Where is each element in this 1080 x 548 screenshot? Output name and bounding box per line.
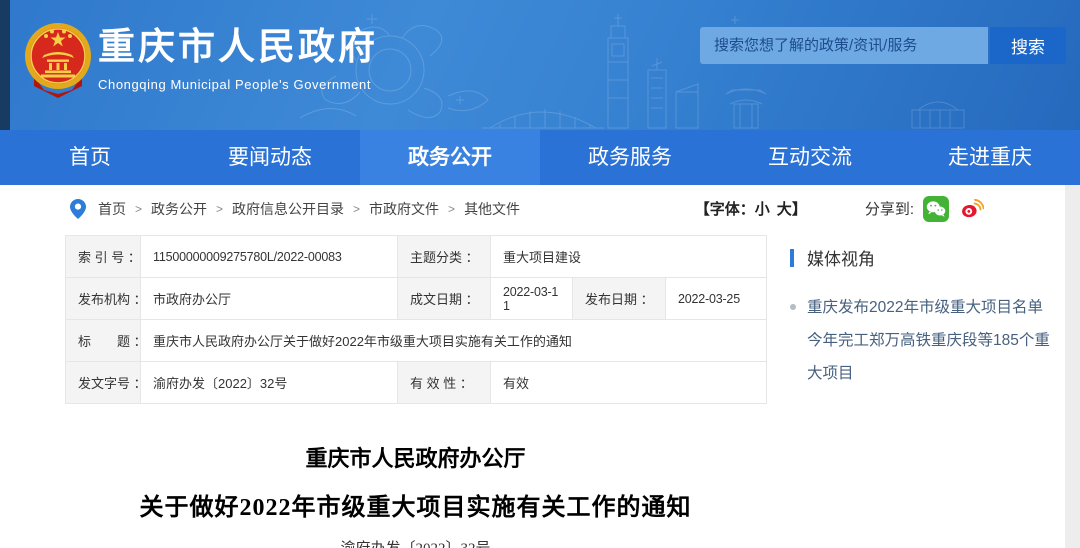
- doc-number-value: 渝府办发〔2022〕32号: [141, 362, 398, 404]
- document-number: 渝府办发〔2022〕32号: [65, 537, 766, 548]
- national-emblem-icon: [22, 22, 94, 106]
- wechat-icon[interactable]: [923, 196, 949, 222]
- document-title-line1: 重庆市人民政府办公厅: [65, 441, 766, 473]
- publish-date-label: 发布日期 ：: [573, 278, 666, 320]
- table-row: 索 引 号 ： 11500000009275780L/2022-00083 主题…: [66, 236, 767, 278]
- toolbar-row: 首页 > 政务公开 > 政府信息公开目录 > 市政府文件 > 其他文件 【字体：…: [0, 185, 1080, 232]
- nav-tab-gov-affairs-open[interactable]: 政务公开: [360, 130, 540, 185]
- doc-title-label: 标 题 ：: [66, 320, 141, 362]
- breadcrumb-item-home[interactable]: 首页: [98, 199, 126, 219]
- publish-date-value: 2022-03-25: [666, 278, 767, 320]
- list-item: 重庆发布2022年市级重大项目名单 今年完工郑万高铁重庆段等185个重大项目: [790, 291, 1058, 390]
- table-row: 标 题 ： 重庆市人民政府办公厅关于做好2022年市级重大项目实施有关工作的通知: [66, 320, 767, 362]
- breadcrumb-item-other-docs[interactable]: 其他文件: [464, 199, 520, 219]
- nav-tab-about-chongqing[interactable]: 走进重庆: [900, 130, 1080, 185]
- topic-category-label: 主题分类 ：: [398, 236, 491, 278]
- bullet-icon: [790, 304, 796, 310]
- breadcrumb-separator: >: [135, 202, 142, 216]
- sidebar-accent-bar: [790, 249, 794, 267]
- font-size-large-button[interactable]: 大: [777, 201, 792, 218]
- written-date-label: 成文日期 ：: [398, 278, 491, 320]
- share-label: 分享到:: [865, 198, 914, 219]
- breadcrumb-item-gov-open[interactable]: 政务公开: [151, 199, 207, 219]
- media-headline-link[interactable]: 重庆发布2022年市级重大项目名单 今年完工郑万高铁重庆段等185个重大项目: [807, 291, 1055, 390]
- table-row: 发布机构 ： 市政府办公厅 成文日期 ： 2022-03-11 发布日期 ： 2…: [66, 278, 767, 320]
- nav-tab-home[interactable]: 首页: [0, 130, 180, 185]
- document-title-line2: 关于做好2022年市级重大项目实施有关工作的通知: [65, 487, 766, 522]
- location-pin-icon: [70, 199, 86, 219]
- breadcrumb-separator: >: [448, 202, 455, 216]
- validity-value: 有效: [491, 362, 767, 404]
- site-subtitle: Chongqing Municipal People's Government: [98, 77, 378, 92]
- font-size-prefix: 【字体：: [695, 201, 755, 218]
- breadcrumb-separator: >: [216, 202, 223, 216]
- site-header: 重庆市人民政府 Chongqing Municipal People's Gov…: [0, 0, 1080, 130]
- main-nav: 首页 要闻动态 政务公开 政务服务 互动交流 走进重庆: [0, 130, 1080, 185]
- doc-title-value: 重庆市人民政府办公厅关于做好2022年市级重大项目实施有关工作的通知: [141, 320, 767, 362]
- media-perspective-sidebar: 媒体视角 重庆发布2022年市级重大项目名单 今年完工郑万高铁重庆段等185个重…: [790, 245, 1058, 390]
- issuing-agency-value: 市政府办公厅: [141, 278, 398, 320]
- nav-tab-news[interactable]: 要闻动态: [180, 130, 360, 185]
- weibo-icon[interactable]: [958, 196, 984, 222]
- document-meta-table: 索 引 号 ： 11500000009275780L/2022-00083 主题…: [65, 235, 767, 404]
- search-input[interactable]: [700, 27, 988, 64]
- table-row: 发文字号 ： 渝府办发〔2022〕32号 有 效 性 ： 有效: [66, 362, 767, 404]
- sidebar-header: 媒体视角: [790, 245, 1058, 270]
- doc-number-label: 发文字号 ：: [66, 362, 141, 404]
- site-branding: 重庆市人民政府 Chongqing Municipal People's Gov…: [98, 27, 378, 92]
- font-size-small-button[interactable]: 小: [755, 201, 770, 218]
- index-number-value: 11500000009275780L/2022-00083: [141, 236, 398, 278]
- right-gutter: [1065, 185, 1080, 548]
- share-group: 分享到:: [865, 196, 984, 222]
- document-head: 重庆市人民政府办公厅 关于做好2022年市级重大项目实施有关工作的通知 渝府办发…: [65, 441, 766, 548]
- page: 重庆市人民政府 Chongqing Municipal People's Gov…: [0, 0, 1080, 548]
- search-button[interactable]: 搜索: [990, 27, 1066, 64]
- nav-tab-gov-services[interactable]: 政务服务: [540, 130, 720, 185]
- breadcrumb-item-info-catalog[interactable]: 政府信息公开目录: [232, 199, 344, 219]
- breadcrumb-item-city-gov-docs[interactable]: 市政府文件: [369, 199, 439, 219]
- breadcrumb: 首页 > 政务公开 > 政府信息公开目录 > 市政府文件 > 其他文件: [70, 199, 695, 219]
- written-date-value: 2022-03-11: [491, 278, 573, 320]
- issuing-agency-label: 发布机构 ：: [66, 278, 141, 320]
- sidebar-title: 媒体视角: [807, 245, 875, 270]
- validity-label: 有 效 性 ：: [398, 362, 491, 404]
- index-number-label: 索 引 号 ：: [66, 236, 141, 278]
- font-size-control: 【字体：小大】: [695, 198, 807, 219]
- font-size-suffix: 】: [792, 201, 807, 218]
- topic-category-value: 重大项目建设: [491, 236, 767, 278]
- header-left-strip: [0, 0, 10, 130]
- breadcrumb-separator: >: [353, 202, 360, 216]
- nav-tab-interaction[interactable]: 互动交流: [720, 130, 900, 185]
- site-title: 重庆市人民政府: [98, 27, 378, 68]
- search-box: 搜索: [700, 27, 1066, 64]
